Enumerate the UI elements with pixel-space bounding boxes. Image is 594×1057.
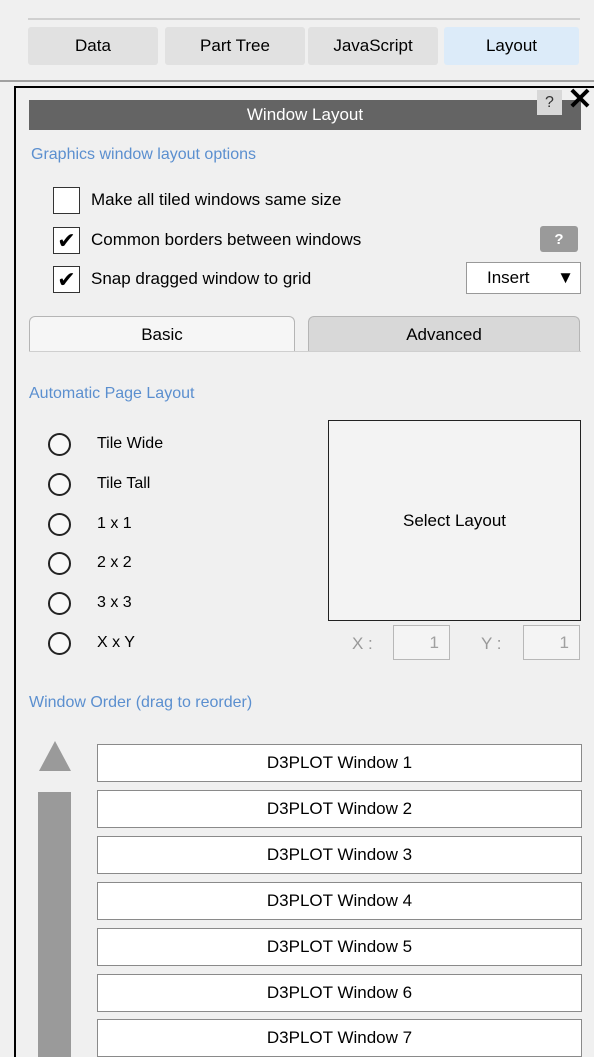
help-icon[interactable]: ? bbox=[537, 90, 562, 115]
y-input[interactable]: 1 bbox=[523, 625, 580, 660]
radio-label-2x2: 2 x 2 bbox=[97, 554, 132, 571]
tab-basic[interactable]: Basic bbox=[29, 316, 295, 352]
common-borders-label: Common borders between windows bbox=[91, 230, 362, 249]
tab-advanced[interactable]: Advanced bbox=[308, 316, 580, 352]
chevron-down-icon: ▼ bbox=[557, 268, 574, 287]
same-size-label: Make all tiled windows same size bbox=[91, 190, 342, 209]
radio-label-tile-wide: Tile Wide bbox=[97, 435, 164, 452]
tab-data[interactable]: Data bbox=[28, 27, 158, 65]
radio-3x3[interactable] bbox=[48, 592, 71, 615]
window-order-item[interactable]: D3PLOT Window 7 bbox=[97, 1019, 582, 1057]
x-label: X : bbox=[352, 634, 373, 653]
select-layout-label: Select Layout bbox=[402, 510, 506, 530]
same-size-checkbox[interactable] bbox=[53, 187, 80, 214]
insert-select-value: Insert bbox=[487, 268, 530, 287]
panel-title: Window Layout bbox=[246, 105, 364, 124]
radio-tile-tall[interactable] bbox=[48, 473, 71, 496]
tab-part-tree[interactable]: Part Tree bbox=[165, 27, 305, 65]
window-order-item[interactable]: D3PLOT Window 2 bbox=[97, 790, 582, 828]
close-icon[interactable]: ✕ bbox=[566, 84, 594, 116]
radio-label-tile-tall: Tile Tall bbox=[97, 475, 151, 492]
insert-select[interactable]: Insert ▼ bbox=[466, 262, 581, 294]
tab-layout[interactable]: Layout bbox=[444, 27, 579, 65]
top-divider bbox=[28, 18, 580, 20]
radio-tile-wide[interactable] bbox=[48, 433, 71, 456]
window-order-scrollbar[interactable] bbox=[38, 792, 71, 1057]
y-label: Y : bbox=[481, 634, 502, 653]
tab-javascript[interactable]: JavaScript bbox=[308, 27, 438, 65]
radio-label-xxy: X x Y bbox=[97, 634, 135, 651]
window-order-item[interactable]: D3PLOT Window 1 bbox=[97, 744, 582, 782]
window-order-item[interactable]: D3PLOT Window 5 bbox=[97, 928, 582, 966]
x-input[interactable]: 1 bbox=[393, 625, 450, 660]
snap-to-grid-checkbox[interactable]: ✔ bbox=[53, 266, 80, 293]
auto-layout-heading: Automatic Page Layout bbox=[29, 385, 195, 402]
borders-help-button[interactable]: ? bbox=[540, 226, 578, 252]
window-order-item[interactable]: D3PLOT Window 4 bbox=[97, 882, 582, 920]
inner-tab-baseline bbox=[29, 351, 581, 352]
select-layout-button[interactable]: Select Layout bbox=[328, 420, 581, 621]
window-order-item[interactable]: D3PLOT Window 3 bbox=[97, 836, 582, 874]
panel-separator bbox=[0, 80, 594, 82]
window-order-item[interactable]: D3PLOT Window 6 bbox=[97, 974, 582, 1012]
radio-1x1[interactable] bbox=[48, 513, 71, 536]
scroll-up-arrow-icon[interactable] bbox=[39, 741, 71, 771]
radio-label-3x3: 3 x 3 bbox=[97, 594, 132, 611]
common-borders-checkbox[interactable]: ✔ bbox=[53, 227, 80, 254]
radio-2x2[interactable] bbox=[48, 552, 71, 575]
radio-xxy[interactable] bbox=[48, 632, 71, 655]
panel-title-bar: Window Layout bbox=[29, 100, 581, 130]
snap-to-grid-label: Snap dragged window to grid bbox=[91, 269, 312, 288]
radio-label-1x1: 1 x 1 bbox=[97, 515, 132, 532]
window-order-heading: Window Order (drag to reorder) bbox=[29, 694, 253, 711]
graphics-options-heading: Graphics window layout options bbox=[31, 146, 257, 163]
